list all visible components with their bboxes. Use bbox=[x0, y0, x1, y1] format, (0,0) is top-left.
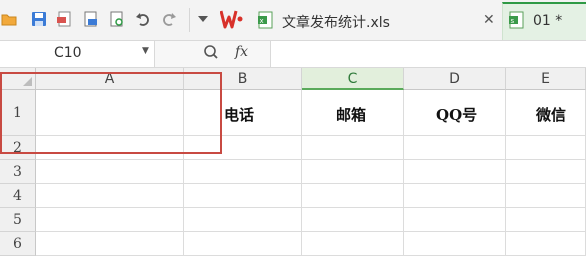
cell-e2[interactable] bbox=[506, 136, 586, 160]
cell-e5[interactable] bbox=[506, 208, 586, 232]
cell-a2[interactable] bbox=[36, 136, 184, 160]
svg-text:x: x bbox=[260, 17, 264, 25]
redo-icon[interactable] bbox=[160, 10, 178, 28]
cell-e3[interactable] bbox=[506, 160, 586, 184]
cell-d6[interactable] bbox=[404, 232, 506, 256]
name-box[interactable]: C10 ▼ bbox=[0, 41, 155, 67]
name-box-value: C10 bbox=[54, 45, 82, 61]
undo-icon[interactable] bbox=[134, 10, 152, 28]
cell-d2[interactable] bbox=[404, 136, 506, 160]
cell-d3[interactable] bbox=[404, 160, 506, 184]
sheet-file-icon: s bbox=[509, 11, 525, 33]
cell-b5[interactable] bbox=[184, 208, 302, 232]
tab-sheet-label: 01 * bbox=[533, 13, 563, 29]
row-header-5[interactable]: 5 bbox=[0, 208, 36, 232]
column-header-b[interactable]: B bbox=[184, 68, 302, 90]
cell-a6[interactable] bbox=[36, 232, 184, 256]
header-email: 邮箱 bbox=[336, 106, 367, 124]
save-icon[interactable] bbox=[30, 10, 48, 28]
column-header-a[interactable]: A bbox=[36, 68, 184, 90]
cell-c1[interactable]: 邮箱 bbox=[302, 90, 404, 136]
zoom-search-icon[interactable] bbox=[203, 44, 219, 66]
cell-b1[interactable]: 电话 bbox=[184, 90, 302, 136]
column-header-c[interactable]: C bbox=[302, 68, 404, 90]
cell-a5[interactable] bbox=[36, 208, 184, 232]
cell-b3[interactable] bbox=[184, 160, 302, 184]
cell-d1[interactable]: QQ号 bbox=[404, 90, 506, 136]
name-box-dropdown-icon[interactable]: ▼ bbox=[142, 46, 149, 56]
cell-a3[interactable] bbox=[36, 160, 184, 184]
cell-a1[interactable] bbox=[36, 90, 184, 136]
spreadsheet-grid: A B C D E 1 电话 邮箱 QQ号 微信 2 3 4 5 6 bbox=[0, 68, 586, 260]
tab-document[interactable]: x 文章发布统计.xls ✕ bbox=[254, 4, 498, 36]
tab-document-label: 文章发布统计.xls bbox=[282, 15, 390, 31]
export-pdf-icon[interactable] bbox=[56, 10, 74, 28]
row-header-4[interactable]: 4 bbox=[0, 184, 36, 208]
svg-text:s: s bbox=[511, 17, 515, 25]
cell-b6[interactable] bbox=[184, 232, 302, 256]
row-header-2[interactable]: 2 bbox=[0, 136, 36, 160]
toolbar-divider bbox=[189, 8, 190, 32]
formula-bar: C10 ▼ fx bbox=[0, 40, 586, 68]
more-dropdown-icon[interactable] bbox=[194, 10, 212, 28]
tab-sheet-01[interactable]: s 01 * bbox=[502, 2, 586, 40]
cell-c4[interactable] bbox=[302, 184, 404, 208]
excel-file-icon: x bbox=[258, 11, 274, 33]
cell-c3[interactable] bbox=[302, 160, 404, 184]
close-tab-icon[interactable]: ✕ bbox=[483, 12, 495, 28]
fx-icon[interactable]: fx bbox=[235, 44, 248, 60]
cell-b2[interactable] bbox=[184, 136, 302, 160]
cell-e1[interactable]: 微信 bbox=[506, 90, 586, 136]
cell-d4[interactable] bbox=[404, 184, 506, 208]
print-preview-icon[interactable] bbox=[108, 10, 126, 28]
row-header-6[interactable]: 6 bbox=[0, 232, 36, 256]
cell-c5[interactable] bbox=[302, 208, 404, 232]
cell-e6[interactable] bbox=[506, 232, 586, 256]
cell-d5[interactable] bbox=[404, 208, 506, 232]
cell-c2[interactable] bbox=[302, 136, 404, 160]
print-icon[interactable] bbox=[82, 10, 100, 28]
cell-e4[interactable] bbox=[506, 184, 586, 208]
header-wechat: 微信 bbox=[536, 106, 567, 124]
wps-logo[interactable] bbox=[219, 9, 244, 33]
formula-input[interactable] bbox=[270, 41, 586, 67]
cell-c6[interactable] bbox=[302, 232, 404, 256]
header-qq: QQ号 bbox=[436, 106, 478, 124]
column-header-e[interactable]: E bbox=[506, 68, 586, 90]
cell-b4[interactable] bbox=[184, 184, 302, 208]
folder-icon[interactable] bbox=[0, 10, 18, 28]
column-header-d[interactable]: D bbox=[404, 68, 506, 90]
row-header-3[interactable]: 3 bbox=[0, 160, 36, 184]
select-all-corner[interactable] bbox=[0, 68, 36, 90]
title-toolbar: x 文章发布统计.xls ✕ s 01 * bbox=[0, 0, 586, 40]
header-phone: 电话 bbox=[224, 106, 255, 124]
row-header-1[interactable]: 1 bbox=[0, 90, 36, 136]
cell-a4[interactable] bbox=[36, 184, 184, 208]
